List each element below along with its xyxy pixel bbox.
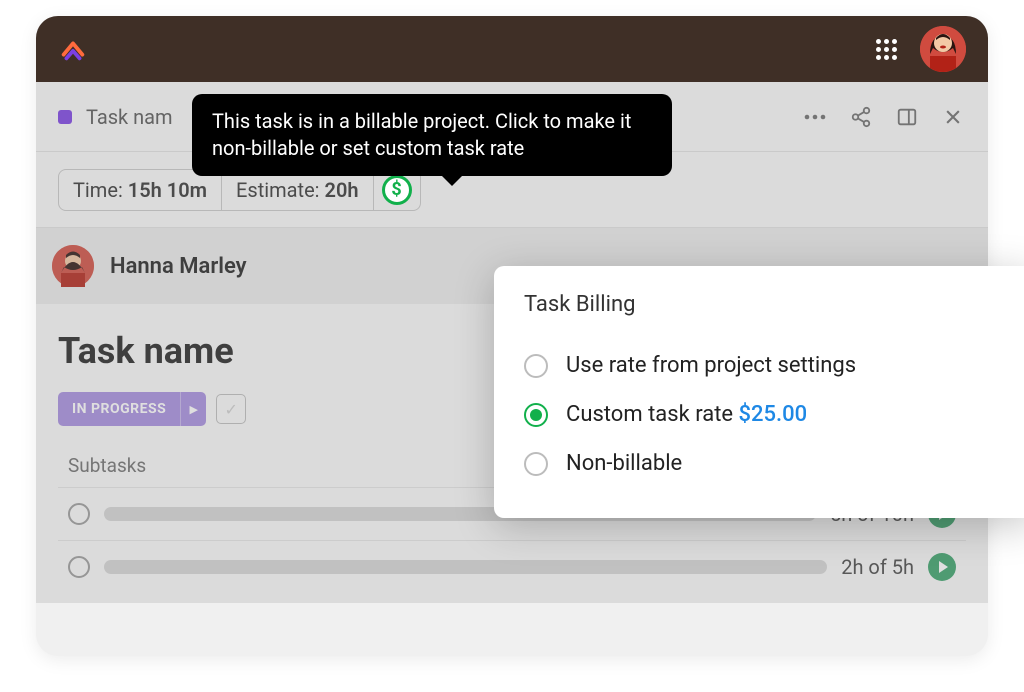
option-rate: $25.00 xyxy=(733,402,807,427)
app-logo-icon[interactable] xyxy=(58,34,88,64)
share-icon[interactable] xyxy=(848,104,874,130)
billing-option[interactable]: Non-billable xyxy=(524,439,1004,488)
more-icon[interactable] xyxy=(802,104,828,130)
billing-option[interactable]: Custom task rate $25.00 xyxy=(524,390,1004,439)
subtask-status-icon[interactable] xyxy=(68,503,90,525)
project-color-icon xyxy=(58,110,72,124)
billable-tooltip: This task is in a billable project. Clic… xyxy=(192,94,672,176)
estimate-value: 20h xyxy=(325,178,359,202)
user-avatar[interactable] xyxy=(920,26,966,72)
estimate-label: Estimate: xyxy=(236,178,320,202)
time-tracked-metric[interactable]: Time: 15h 10m xyxy=(59,170,221,210)
option-label: Use rate from project settings xyxy=(566,353,856,378)
status-chip[interactable]: IN PROGRESS ▶ xyxy=(58,392,206,426)
option-label: Non-billable xyxy=(566,451,682,476)
apps-grid-icon[interactable] xyxy=(874,37,898,61)
time-value: 15h 10m xyxy=(128,178,207,202)
assignee-avatar[interactable] xyxy=(52,245,94,287)
radio-icon[interactable] xyxy=(524,452,548,476)
close-icon[interactable] xyxy=(940,104,966,130)
time-label: Time: xyxy=(73,178,123,202)
radio-icon[interactable] xyxy=(524,403,548,427)
subtask-title-placeholder xyxy=(104,560,827,574)
tooltip-text: This task is in a billable project. Clic… xyxy=(212,109,631,160)
play-icon[interactable] xyxy=(928,553,956,581)
popover-title: Task Billing xyxy=(524,292,1004,317)
subtask-time: 2h of 5h xyxy=(841,555,914,579)
complete-checkbox[interactable]: ✓ xyxy=(216,394,246,424)
option-label: Custom task rate $25.00 xyxy=(566,402,807,427)
breadcrumb-text[interactable]: Task nam xyxy=(86,105,173,129)
billing-option[interactable]: Use rate from project settings xyxy=(524,341,1004,390)
status-label: IN PROGRESS xyxy=(58,401,180,417)
subtask-row[interactable]: 2h of 5h xyxy=(58,540,966,593)
radio-icon[interactable] xyxy=(524,354,548,378)
titlebar xyxy=(36,16,988,82)
status-next-icon[interactable]: ▶ xyxy=(180,392,206,426)
panel-icon[interactable] xyxy=(894,104,920,130)
task-billing-popover: Task Billing Use rate from project setti… xyxy=(494,266,1024,518)
subtask-status-icon[interactable] xyxy=(68,556,90,578)
assignee-name: Hanna Marley xyxy=(110,254,247,279)
dollar-icon[interactable]: $ xyxy=(382,175,412,205)
